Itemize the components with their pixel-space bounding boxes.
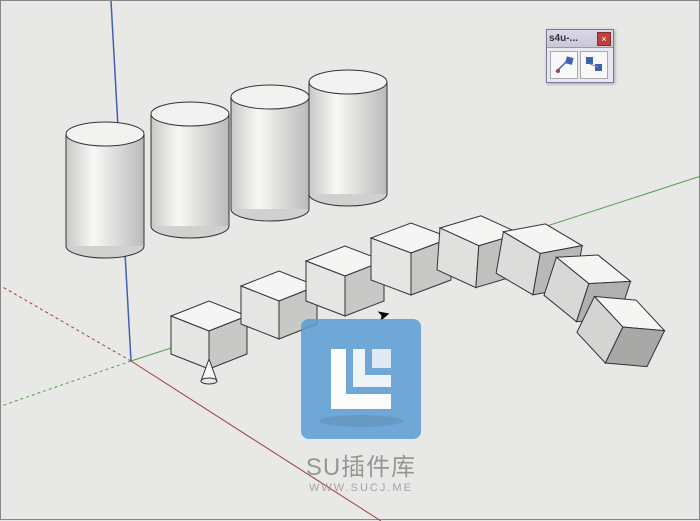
toolbar-titlebar[interactable]: s4u-... ×: [547, 30, 613, 48]
viewport-3d[interactable]: ➤ s4u-... ×: [1, 1, 699, 519]
plugin-toolbar[interactable]: s4u-... ×: [546, 29, 614, 83]
cylinder-1: [66, 122, 144, 258]
watermark-sub-text: WWW.SUCJ.ME: [301, 482, 421, 494]
watermark-logo-icon: [301, 319, 421, 439]
align-icon: [553, 54, 575, 76]
random-icon: [583, 54, 605, 76]
cylinder-2: [151, 102, 229, 238]
close-icon[interactable]: ×: [597, 32, 611, 46]
toolbar-title: s4u-...: [549, 33, 578, 44]
toolbar-body: [547, 48, 613, 82]
axis-red-neg: [1, 286, 131, 361]
tool-random-button[interactable]: [580, 51, 608, 79]
tool-align-button[interactable]: [550, 51, 578, 79]
watermark-main-text: SU插件库: [301, 447, 421, 482]
cylinder-3: [231, 85, 309, 221]
watermark: SU插件库 WWW.SUCJ.ME: [301, 319, 421, 494]
cylinder-4: [309, 70, 387, 206]
axis-green-neg: [1, 361, 131, 406]
